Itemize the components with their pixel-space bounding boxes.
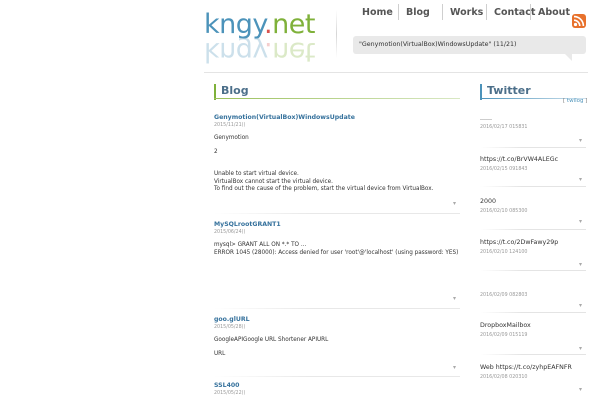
nav-home[interactable]: Home [362,0,393,26]
tweet-date[interactable]: 2016/02/10 085300 [480,208,586,215]
tweet-more-marker[interactable]: ▾ [579,386,582,393]
post-divider [214,376,460,377]
post-text: GoogleAPIGoogle URL Shortener APIURL [214,337,329,343]
blog-post: Genymotion(VirtualBox)WindowsUpdate 2015… [214,114,460,194]
tweet: 2016/02/09 082803 [480,282,586,299]
twilog-link[interactable]: [ twilog ] [563,98,587,104]
tweet-more-marker[interactable]: ▾ [579,261,582,268]
blog-post: SSL400 2015/05/22() [214,382,460,397]
nav-works[interactable]: Works [441,0,483,26]
tweet-divider [480,312,586,313]
tweet: https://t.co/BrVW4ALEGc 2016/02/15 09184… [480,156,586,173]
nav-blog[interactable]: Blog [398,0,430,26]
post-text: Unable to start virtual device. [214,171,299,178]
tweet-more-marker[interactable]: ▾ [579,176,582,183]
tweet-date[interactable]: 2016/02/10 124100 [480,249,586,256]
post-text: ERROR 1045 (28000): Access denied for us… [214,249,459,256]
post-text: To find out the cause of the problem, st… [214,186,434,193]
tweet: ...... 2016/02/17 015831 [480,115,586,131]
tweet-divider [480,186,586,187]
post-text: Genymotion [214,135,249,141]
logo-dot: . [264,9,273,40]
tweet-text: https://t.co/2DwFawy29p [480,239,559,246]
tweet-more-marker[interactable]: ▾ [579,302,582,309]
logo-reflection: kngy.net [204,36,315,67]
logo-reflection-main: kngy [204,36,265,67]
tweet-text [480,282,586,290]
latest-post-ticker[interactable]: "Genymotion(VirtualBox)WindowsUpdate" (1… [353,36,586,61]
ticker-text: "Genymotion(VirtualBox)WindowsUpdate" (1… [359,41,517,48]
post-date: 2015/05/28() [214,325,246,330]
tweet-text: Web https://t.co/zyhpEAFNFR [480,364,572,371]
tweet-date[interactable]: 2016/02/17 015831 [480,124,586,131]
blog-post: goo.glURL 2015/05/28() GoogleAPIGoogle U… [214,316,460,358]
post-date: 2015/06/24() [214,230,246,235]
logo-reflection-dot: . [264,36,273,67]
read-more-marker[interactable]: ▾ [453,364,456,371]
post-text: 2 [214,148,218,155]
tweet-more-marker[interactable]: ▾ [579,137,582,144]
tweet-text: ...... [480,115,493,122]
post-text: VirtualBox cannot start the virtual devi… [214,178,333,185]
post-text: mysql> GRANT ALL ON *.* TO ... [214,242,307,248]
post-title[interactable]: Genymotion(VirtualBox)WindowsUpdate [214,114,460,122]
post-divider [214,308,460,309]
twilog-bracket-close: ] [585,98,588,104]
blog-heading-underline [214,98,460,99]
tweet-more-marker[interactable]: ▾ [579,345,582,352]
logo-text: kngy.net [204,10,324,40]
logo-divider [336,10,337,58]
tweet-divider [480,147,586,148]
read-more-marker[interactable]: ▾ [453,200,456,207]
tweet-more-marker[interactable]: ▾ [579,218,582,225]
tweet: DropboxMailbox 2016/02/09 015119 [480,322,586,339]
tweet-date[interactable]: 2016/02/08 020310 [480,374,586,381]
tweet-text: DropboxMailbox [480,322,531,329]
tweet-date[interactable]: 2016/02/09 015119 [480,332,586,339]
tweet-text: 2000 [480,198,497,205]
post-text: URL [214,350,226,357]
twilog-label: twilog [566,98,584,104]
site-logo[interactable]: kngy.net kngy.net [204,10,324,68]
tweet: https://t.co/2DwFawy29p 2016/02/10 12410… [480,239,586,256]
twilog-bracket-open: [ [563,98,566,104]
header-divider [204,72,588,73]
post-title[interactable]: goo.glURL [214,316,460,324]
tweet-divider [480,354,586,355]
post-title[interactable]: MySQLrootGRANT1 [214,221,460,229]
post-date: 2015/11/21() [214,123,246,128]
post-divider [214,213,460,214]
post-date: 2015/05/22() [214,391,246,396]
tweet: Web https://t.co/zyhpEAFNFR 2016/02/08 0… [480,364,586,381]
nav-about[interactable]: About [530,0,570,26]
logo-tld: net [272,9,315,40]
logo-reflection-tld: net [272,36,315,67]
read-more-marker[interactable]: ▾ [453,295,456,302]
tweet-divider [480,229,586,230]
tweet-divider [480,270,586,271]
tweet: 2000 2016/02/10 085300 [480,198,586,215]
post-title[interactable]: SSL400 [214,382,460,390]
logo-main: kngy [204,9,265,40]
tweet-date[interactable]: 2016/02/09 082803 [480,292,586,299]
rss-icon[interactable] [572,14,586,28]
tweet-text: https://t.co/BrVW4ALEGc [480,156,559,163]
tweet-date[interactable]: 2016/02/15 091843 [480,166,586,173]
blog-post: MySQLrootGRANT1 2015/06/24() mysql> GRAN… [214,221,460,257]
